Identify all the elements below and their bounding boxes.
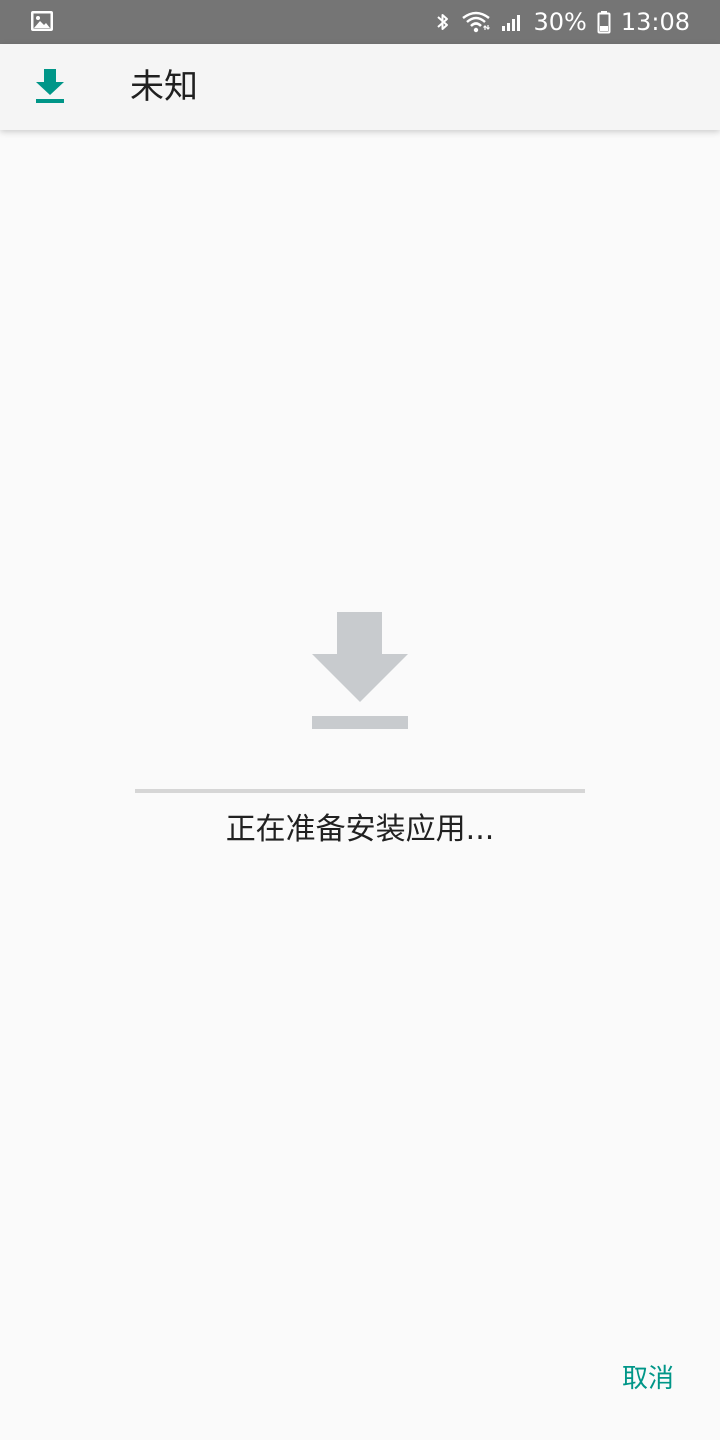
bluetooth-icon [435, 10, 451, 34]
download-arrow-icon [310, 612, 410, 732]
app-bar: 未知 [0, 44, 720, 130]
screen: 30% 13:08 未知 正在准备安装应用... 取消 [0, 0, 720, 1440]
download-icon [34, 69, 66, 105]
status-icons: 30% 13:08 [435, 0, 690, 44]
status-bar: 30% 13:08 [0, 0, 720, 44]
signal-icon [501, 12, 523, 32]
battery-percent: 30% [533, 8, 587, 36]
app-title: 未知 [130, 67, 198, 107]
install-status-text: 正在准备安装应用... [225, 812, 495, 847]
wifi-icon [461, 10, 491, 34]
clock: 13:08 [620, 8, 690, 36]
install-progress-bar [135, 789, 585, 793]
cancel-button[interactable]: 取消 [622, 1356, 674, 1400]
battery-icon [597, 10, 611, 34]
image-notification-icon [30, 10, 54, 32]
